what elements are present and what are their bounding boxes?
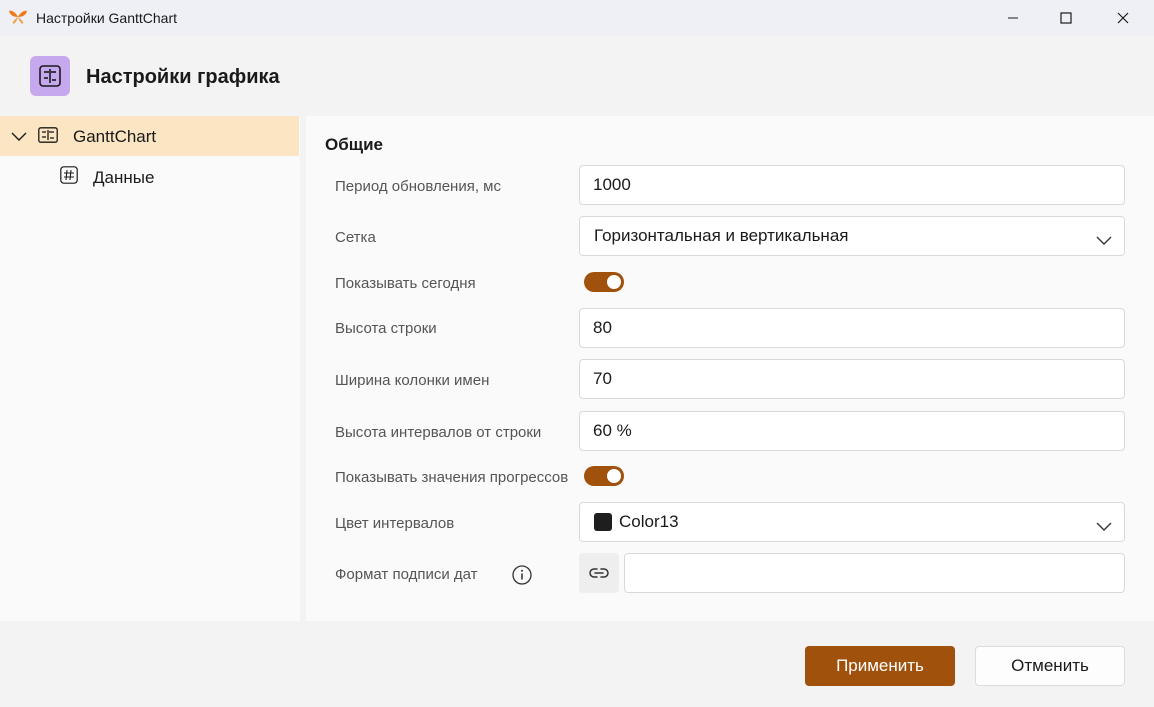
maximize-icon (1060, 12, 1072, 24)
names-column-width-label: Ширина колонки имен (335, 372, 490, 389)
tree-item-ganttchart[interactable]: GanttChart (0, 116, 299, 156)
row-height-value: 80 (593, 318, 612, 337)
settings-tree: GanttChart Данные (0, 116, 300, 621)
show-progress-label: Показывать значения прогрессов (335, 469, 569, 486)
chevron-down-icon (1096, 517, 1112, 537)
update-period-input[interactable]: 1000 (579, 165, 1125, 205)
date-format-input[interactable] (624, 553, 1125, 593)
row-height-label: Высота строки (335, 320, 437, 337)
title-bar: Настройки GanttChart (0, 0, 1154, 36)
interval-color-select[interactable]: Color13 (579, 502, 1125, 542)
interval-height-input[interactable]: 60 % (579, 411, 1125, 451)
toggle-knob (607, 469, 621, 483)
date-format-label: Формат подписи дат (335, 565, 532, 585)
update-period-label: Период обновления, мс (335, 178, 501, 195)
close-icon (1117, 12, 1129, 24)
cancel-button[interactable]: Отменить (975, 646, 1125, 686)
interval-color-value: Color13 (619, 512, 679, 531)
settings-panel: Общие Период обновления, мс 1000 Сетка Г… (306, 116, 1154, 621)
chevron-down-icon[interactable] (11, 129, 27, 147)
hash-icon (60, 166, 78, 189)
minimize-icon (1008, 17, 1018, 19)
page-title: Настройки графика (86, 66, 280, 88)
interval-height-label: Высота интервалов от строки (335, 424, 542, 441)
show-today-label: Показывать сегодня (335, 275, 476, 292)
maximize-button[interactable] (1043, 0, 1089, 36)
show-progress-toggle[interactable] (584, 466, 624, 486)
dialog-footer: Применить Отменить (0, 621, 1154, 707)
show-today-toggle[interactable] (584, 272, 624, 292)
update-period-value: 1000 (593, 175, 631, 194)
tree-item-data[interactable]: Данные (0, 156, 299, 196)
minimize-button[interactable] (990, 0, 1036, 36)
color-swatch (594, 513, 612, 531)
names-column-width-value: 70 (593, 369, 612, 388)
grid-select[interactable]: Горизонтальная и вертикальная (579, 216, 1125, 256)
gantt-chart-icon (38, 127, 58, 148)
date-format-label-text: Формат подписи дат (335, 566, 478, 583)
interval-height-value: 60 % (593, 421, 632, 440)
section-title: Общие (325, 135, 383, 154)
gantt-settings-icon (30, 56, 70, 96)
row-height-input[interactable]: 80 (579, 308, 1125, 348)
butterfly-logo-icon (9, 9, 27, 25)
dialog-header: Настройки графика (0, 36, 1154, 116)
grid-label: Сетка (335, 229, 376, 246)
names-column-width-input[interactable]: 70 (579, 359, 1125, 399)
grid-select-value: Горизонтальная и вертикальная (594, 226, 849, 245)
tree-item-label: GanttChart (73, 127, 157, 146)
tree-item-label: Данные (93, 168, 155, 187)
chevron-down-icon (1096, 231, 1112, 251)
info-icon[interactable] (512, 565, 532, 589)
link-button[interactable] (579, 553, 619, 593)
window-title: Настройки GanttChart (36, 10, 178, 26)
apply-button[interactable]: Применить (805, 646, 955, 686)
toggle-knob (607, 275, 621, 289)
interval-color-label: Цвет интервалов (335, 515, 455, 532)
link-icon (589, 568, 609, 578)
close-button[interactable] (1100, 0, 1146, 36)
